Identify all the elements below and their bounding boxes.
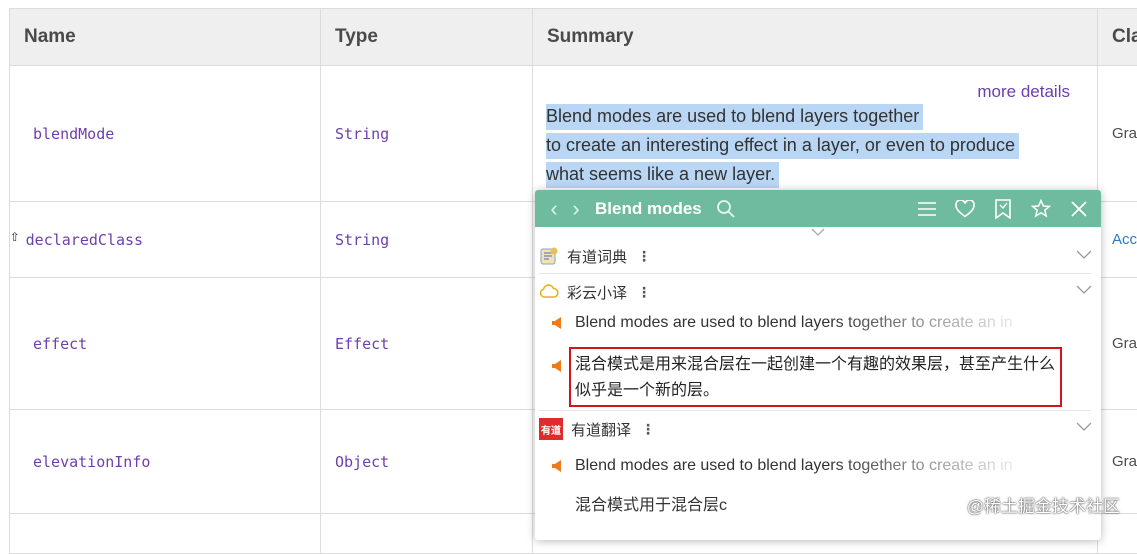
column-header-summary[interactable]: Summary bbox=[533, 9, 1098, 66]
table-row: blendMode String more details Blend mode… bbox=[10, 66, 1137, 202]
pin-icon[interactable] bbox=[1029, 197, 1053, 221]
property-name-link[interactable]: blendMode bbox=[10, 66, 321, 202]
bookmark-icon[interactable] bbox=[991, 197, 1015, 221]
back-arrow-icon[interactable]: ‹ bbox=[543, 190, 565, 227]
youdao-section-title: 有道翻译 bbox=[571, 419, 631, 440]
empty-cell bbox=[1098, 514, 1137, 554]
chevron-down-icon[interactable] bbox=[1076, 420, 1092, 432]
dictionary-logo-icon bbox=[539, 246, 559, 266]
youdao-source-line: Blend modes are used to blend layers tog… bbox=[535, 457, 1035, 478]
popup-actions bbox=[915, 190, 1091, 227]
property-type-link[interactable]: String bbox=[321, 66, 533, 202]
selected-text-line-2: to create an interesting effect in a lay… bbox=[546, 133, 1019, 159]
close-icon[interactable] bbox=[1067, 197, 1091, 221]
youdao-section-header[interactable]: 有道 有道翻译 ⋮ bbox=[535, 411, 1101, 447]
selected-text-line-3: what seems like a new layer. bbox=[546, 162, 779, 188]
cloud-logo-icon bbox=[539, 282, 559, 302]
empty-cell bbox=[321, 514, 533, 554]
chevron-down-icon[interactable] bbox=[1076, 248, 1092, 260]
column-header-type[interactable]: Type bbox=[321, 9, 533, 66]
more-details-link[interactable]: more details bbox=[977, 82, 1070, 102]
search-icon[interactable] bbox=[714, 197, 738, 221]
property-type-link[interactable]: Object bbox=[321, 410, 533, 514]
property-name-cell: ⇧ declaredClass bbox=[10, 202, 321, 278]
caiyun-source-line: Blend modes are used to blend layers tog… bbox=[535, 314, 1101, 335]
chevron-down-icon[interactable] bbox=[1076, 283, 1092, 295]
empty-cell bbox=[10, 514, 321, 554]
heart-icon[interactable] bbox=[953, 197, 977, 221]
column-header-class[interactable]: Cla bbox=[1098, 9, 1137, 66]
class-cell: Gra bbox=[1098, 66, 1137, 202]
youdao-logo-icon: 有道 bbox=[539, 418, 563, 440]
youdao-logo-text: 有道 bbox=[541, 422, 561, 437]
speaker-icon[interactable] bbox=[551, 314, 565, 335]
class-link[interactable]: Acc bbox=[1098, 202, 1137, 278]
caiyun-source-text: Blend modes are used to blend layers tog… bbox=[575, 314, 1035, 332]
dict-section-title: 有道词典 bbox=[567, 246, 627, 267]
class-cell: Gra bbox=[1098, 278, 1137, 410]
property-name-link[interactable]: declaredClass bbox=[26, 231, 143, 249]
popup-query-title[interactable]: Blend modes bbox=[595, 199, 702, 219]
property-name-link[interactable]: effect bbox=[10, 278, 321, 410]
more-options-icon[interactable]: ⋮ bbox=[637, 289, 643, 295]
dict-section-header[interactable]: 有道词典 ⋮ bbox=[535, 239, 1101, 273]
property-name-link[interactable]: elevationInfo bbox=[10, 410, 321, 514]
section-divider bbox=[539, 410, 1091, 411]
watermark: @稀土掘金技术社区 bbox=[967, 492, 1120, 517]
popup-toolbar: ‹ › Blend modes bbox=[535, 190, 1101, 227]
property-type-link[interactable]: String bbox=[321, 202, 533, 278]
summary-cell: more details Blend modes are used to ble… bbox=[533, 66, 1098, 202]
column-header-name[interactable]: Name bbox=[10, 9, 321, 66]
caiyun-translation-text: 混合模式是用来混合层在一起创建一个有趣的效果层，甚至产生什么似乎是一个新的层。 bbox=[575, 352, 1065, 404]
caiyun-section-title: 彩云小译 bbox=[567, 282, 627, 303]
table-header-row: Name Type Summary Cla bbox=[10, 9, 1137, 66]
collapse-arrow-icon[interactable] bbox=[535, 227, 1101, 239]
youdao-source-text: Blend modes are used to blend layers tog… bbox=[575, 457, 1035, 475]
property-type-link[interactable]: Effect bbox=[321, 278, 533, 410]
speaker-icon[interactable] bbox=[551, 357, 565, 378]
caiyun-section-header[interactable]: 彩云小译 ⋮ bbox=[535, 274, 1101, 310]
forward-arrow-icon[interactable]: › bbox=[565, 190, 587, 227]
translation-popup: ‹ › Blend modes bbox=[535, 190, 1101, 540]
menu-icon[interactable] bbox=[915, 197, 939, 221]
up-arrow-icon: ⇧ bbox=[10, 226, 20, 245]
more-options-icon[interactable]: ⋮ bbox=[637, 253, 643, 259]
youdao-translation-text: 混合模式用于混合层c bbox=[575, 491, 727, 515]
speaker-icon[interactable] bbox=[551, 457, 565, 478]
more-options-icon[interactable]: ⋮ bbox=[641, 426, 647, 432]
selected-text-line-1: Blend modes are used to blend layers tog… bbox=[546, 104, 923, 130]
